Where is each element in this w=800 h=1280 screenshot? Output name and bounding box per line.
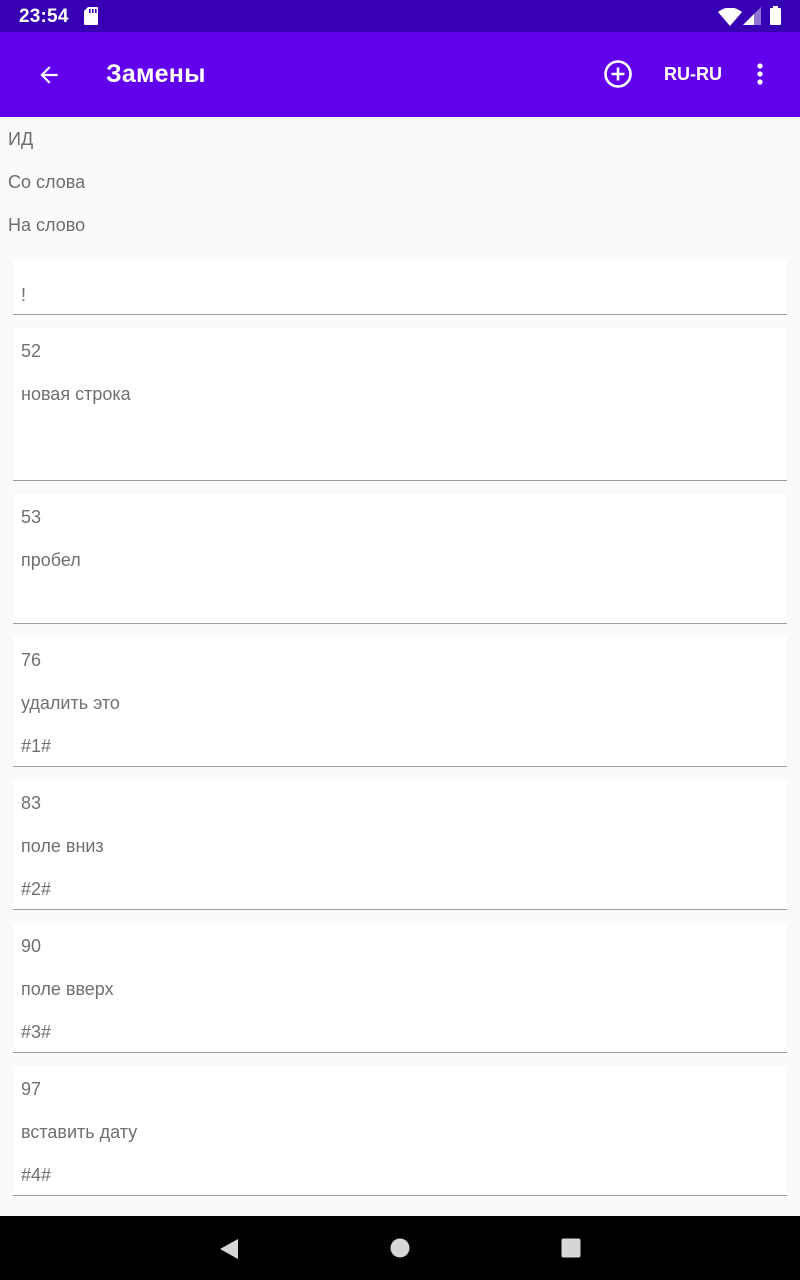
item-to: !	[21, 285, 27, 305]
nav-back-icon[interactable]	[219, 1238, 239, 1265]
item-from: поле вверх	[21, 979, 114, 999]
signal-icon	[743, 7, 761, 30]
header-id-label: ИД	[8, 129, 34, 149]
list-item[interactable]: !	[13, 259, 787, 315]
item-to: #3#	[21, 1022, 52, 1042]
list-item[interactable]: 90 поле вверх #3#	[13, 923, 787, 1053]
battery-icon	[770, 6, 781, 30]
status-time: 23:54	[19, 6, 69, 27]
more-options-button[interactable]	[742, 52, 778, 96]
item-id: 76	[21, 650, 42, 670]
status-bar: 23:54	[0, 0, 800, 32]
item-from: новая строка	[21, 384, 131, 404]
list-item[interactable]: 53 пробел	[13, 494, 787, 624]
item-from: пробел	[21, 550, 81, 570]
item-from: удалить это	[21, 693, 120, 713]
item-from: вставить дату	[21, 1122, 138, 1142]
more-vert-icon	[757, 63, 763, 85]
page-title: Замены	[106, 60, 206, 88]
item-id: 97	[21, 1079, 42, 1099]
arrow-back-icon	[40, 66, 58, 84]
item-id: 52	[21, 341, 42, 361]
item-id: 53	[21, 507, 42, 527]
item-from: поле вниз	[21, 836, 104, 856]
list-item[interactable]: 52 новая строка	[13, 328, 787, 481]
header-from-label: Со слова	[8, 172, 86, 192]
list-item[interactable]: 97 вставить дату #4#	[13, 1066, 787, 1196]
item-to: #1#	[21, 736, 52, 756]
app-bar: Замены RU-RU	[0, 32, 800, 117]
language-button[interactable]: RU-RU	[655, 52, 731, 96]
list-item[interactable]: 83 поле вниз #2#	[13, 780, 787, 910]
item-to: #4#	[21, 1165, 52, 1185]
wifi-icon	[718, 7, 742, 31]
back-button[interactable]	[26, 52, 72, 98]
nav-recents-icon[interactable]	[561, 1238, 581, 1263]
nav-home-icon[interactable]	[390, 1238, 410, 1263]
sd-card-icon	[84, 7, 98, 30]
replacements-list[interactable]: ! 52 новая строка 53 пробел 76 удалить э…	[0, 259, 800, 1216]
item-id: 90	[21, 936, 42, 956]
add-circle-icon	[604, 60, 632, 88]
list-item[interactable]: 76 удалить это #1#	[13, 637, 787, 767]
item-to: #2#	[21, 879, 52, 899]
add-button[interactable]	[596, 52, 640, 96]
navigation-bar	[0, 1216, 800, 1280]
item-id: 83	[21, 793, 42, 813]
header-to-label: На слово	[8, 215, 86, 235]
